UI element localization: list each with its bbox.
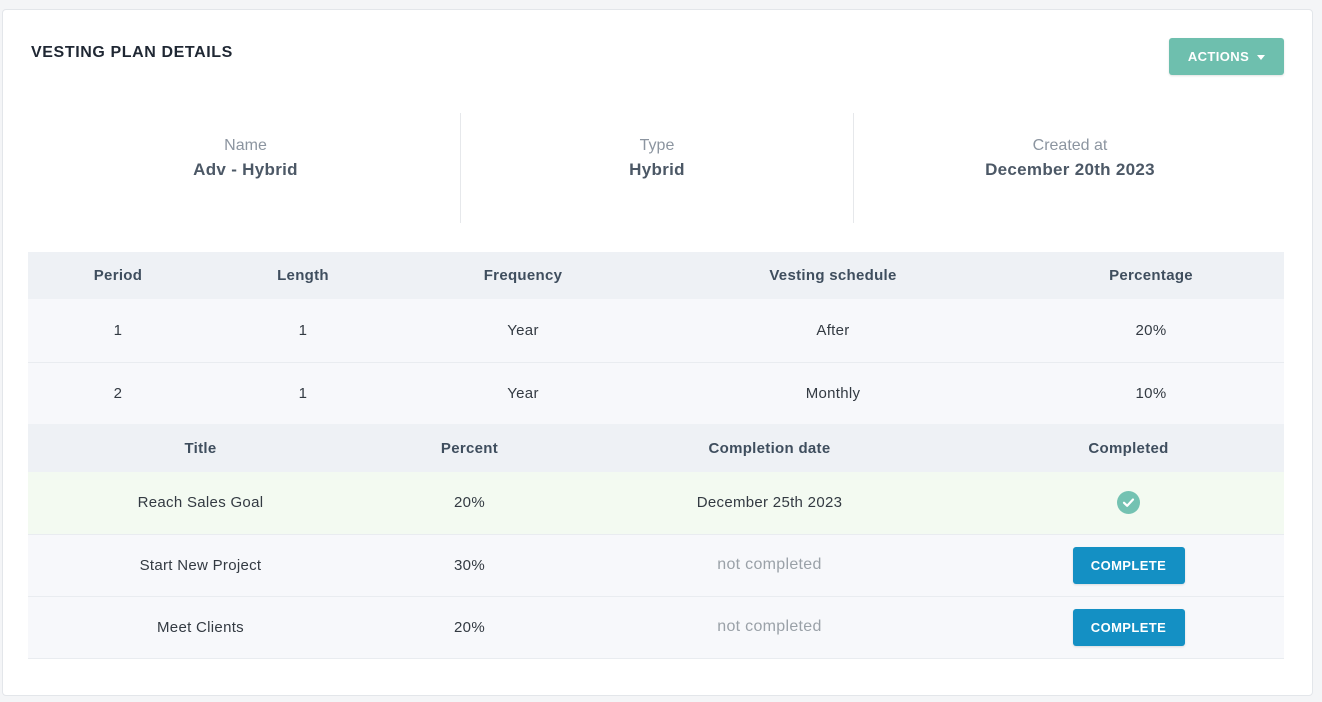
periods-header-row: Period Length Frequency Vesting schedule… [28, 252, 1284, 299]
name-label: Name [224, 136, 267, 154]
cell-percent: 30% [373, 534, 566, 597]
cell-completed: COMPLETE [973, 534, 1284, 597]
cell-completion-date: not completed [566, 596, 973, 659]
cell-completed: COMPLETE [973, 596, 1284, 659]
table-row: 1 1 Year After 20% [28, 299, 1284, 363]
cell-frequency: Year [398, 362, 648, 426]
created-value: December 20th 2023 [985, 159, 1155, 179]
header-completion-date: Completion date [566, 424, 973, 472]
cell-title: Meet Clients [28, 596, 373, 659]
table-row: 2 1 Year Monthly 10% [28, 362, 1284, 426]
cell-vesting-schedule: After [648, 299, 1018, 363]
info-type: Type Hybrid [461, 113, 854, 223]
cell-length: 1 [208, 299, 398, 363]
header-percent: Percent [373, 424, 566, 472]
header-period: Period [28, 252, 208, 299]
header-vesting-schedule: Vesting schedule [648, 252, 1018, 299]
complete-button[interactable]: COMPLETE [1072, 546, 1185, 584]
cell-frequency: Year [398, 299, 648, 363]
table-row: Reach Sales Goal 20% December 25th 2023 [28, 472, 1284, 535]
cell-period: 1 [28, 299, 208, 363]
cell-period: 2 [28, 362, 208, 426]
header-frequency: Frequency [398, 252, 648, 299]
header-percentage: Percentage [1018, 252, 1284, 299]
info-name: Name Adv - Hybrid [31, 113, 461, 223]
cell-completion-date: December 25th 2023 [566, 472, 973, 535]
actions-button-label: ACTIONS [1187, 49, 1250, 64]
header-length: Length [208, 252, 398, 299]
header-title: Title [28, 424, 373, 472]
milestones-header-row: Title Percent Completion date Completed [28, 424, 1284, 472]
cell-completion-date: not completed [566, 534, 973, 597]
complete-button[interactable]: COMPLETE [1072, 608, 1185, 646]
card-title: VESTING PLAN DETAILS [31, 44, 233, 61]
cell-percent: 20% [373, 472, 566, 535]
header-completed: Completed [973, 424, 1284, 472]
info-created: Created at December 20th 2023 [854, 113, 1286, 223]
cell-completed [973, 472, 1284, 535]
check-circle-icon [1117, 491, 1140, 515]
type-label: Type [639, 136, 675, 154]
plan-info-row: Name Adv - Hybrid Type Hybrid Created at… [31, 113, 1286, 223]
periods-table: Period Length Frequency Vesting schedule… [28, 252, 1284, 426]
caret-down-icon [1257, 54, 1266, 60]
cell-title: Start New Project [28, 534, 373, 597]
milestones-table: Title Percent Completion date Completed … [28, 424, 1284, 659]
cell-percentage: 20% [1018, 299, 1284, 363]
type-value: Hybrid [629, 159, 685, 179]
name-value: Adv - Hybrid [193, 159, 298, 179]
cell-percent: 20% [373, 596, 566, 659]
cell-percentage: 10% [1018, 362, 1284, 426]
cell-title: Reach Sales Goal [28, 472, 373, 535]
actions-dropdown-button[interactable]: ACTIONS [1169, 38, 1284, 75]
cell-length: 1 [208, 362, 398, 426]
table-row: Meet Clients 20% not completed COMPLETE [28, 596, 1284, 659]
table-row: Start New Project 30% not completed COMP… [28, 534, 1284, 597]
cell-vesting-schedule: Monthly [648, 362, 1018, 426]
created-label: Created at [1032, 136, 1108, 154]
